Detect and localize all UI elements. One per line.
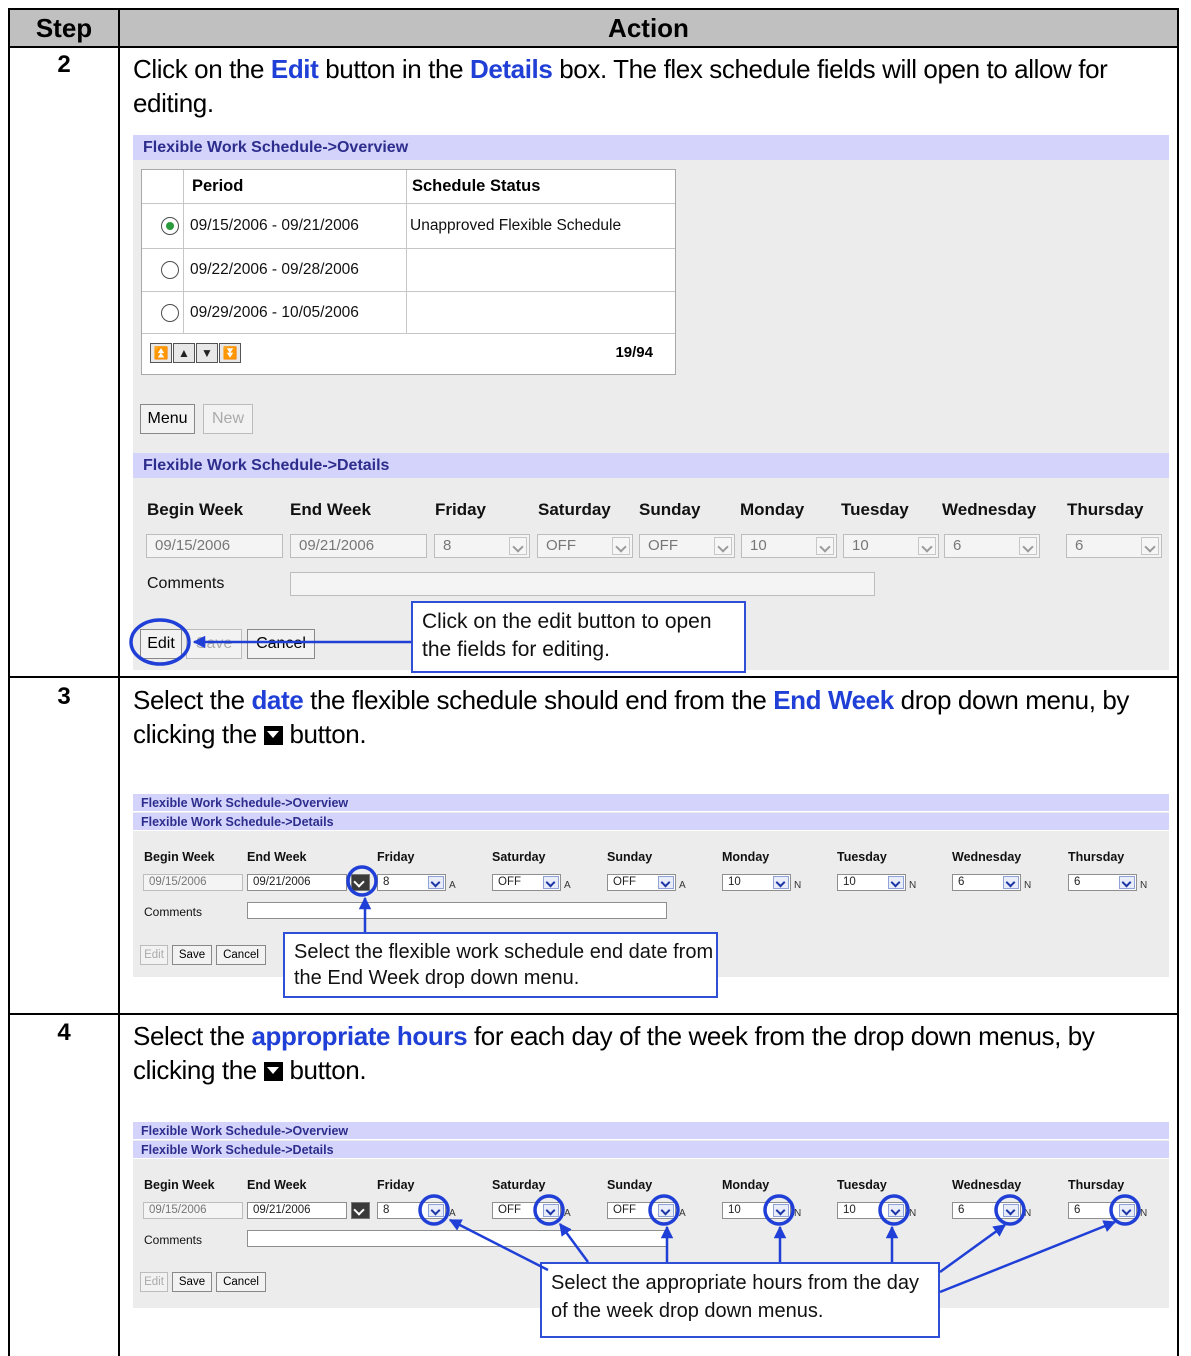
document-page: Step Action 2 Click on the Edit button i… — [0, 0, 1191, 1356]
highlight-circle — [418, 1194, 450, 1226]
callout-arrow — [939, 1223, 1007, 1274]
highlight-circle — [994, 1194, 1026, 1226]
highlight-circle — [878, 1194, 910, 1226]
highlight-circle — [648, 1194, 680, 1226]
highlight-circle — [346, 865, 378, 897]
highlight-circle — [129, 618, 191, 666]
highlight-circle — [1109, 1194, 1141, 1226]
callout-arrow — [939, 1220, 1117, 1294]
callout-arrow — [448, 1218, 549, 1272]
highlight-circle — [533, 1194, 565, 1226]
annotation-overlay — [129, 618, 1141, 1294]
callout-arrow — [558, 1222, 590, 1263]
highlight-circle — [763, 1194, 795, 1226]
